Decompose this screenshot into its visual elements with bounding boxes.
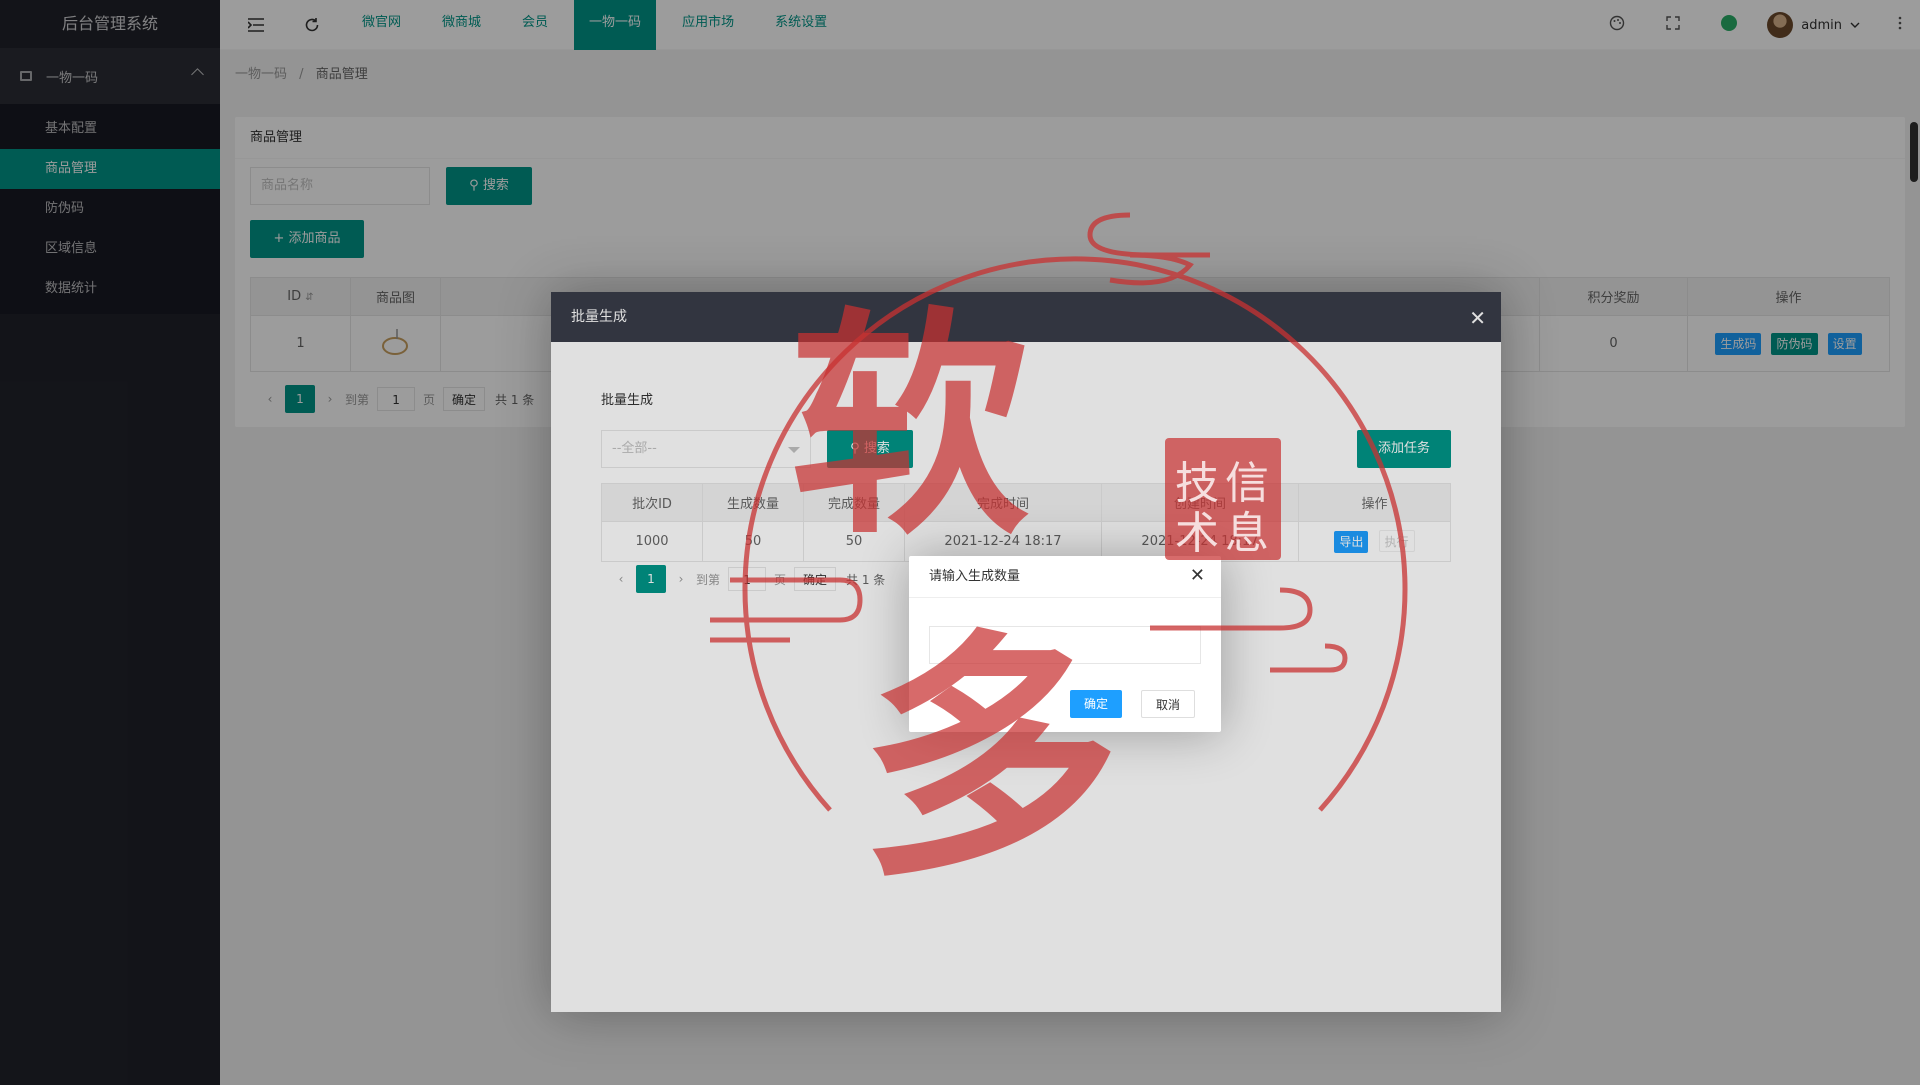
confirm-button[interactable]: 确定 [1070, 690, 1123, 718]
quantity-prompt-dialog: 请输入生成数量 ✕ 确定 取消 [909, 556, 1221, 732]
quantity-input[interactable] [929, 626, 1201, 664]
prompt-title: 请输入生成数量 [909, 556, 1221, 598]
prompt-backdrop[interactable] [0, 0, 1920, 1085]
close-icon[interactable]: ✕ [1190, 565, 1205, 586]
cancel-button[interactable]: 取消 [1141, 690, 1196, 718]
